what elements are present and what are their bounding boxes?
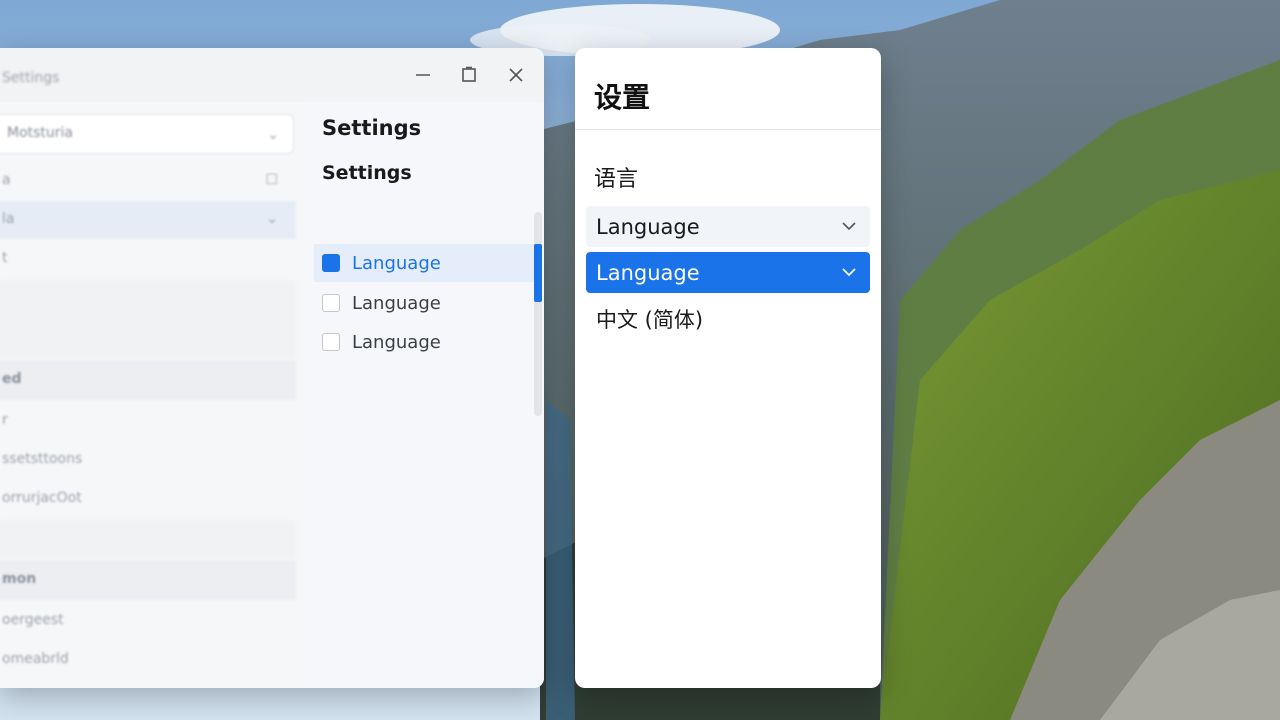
- language-option-1[interactable]: Language: [314, 244, 536, 282]
- checkbox-icon: [322, 333, 340, 351]
- language-select-highlighted[interactable]: Language: [586, 252, 870, 293]
- section-title: Settings: [322, 162, 412, 184]
- page-title: Settings: [322, 116, 422, 140]
- language-settings-panel: 设置 语言 Language Language 中文 (简体): [575, 48, 881, 688]
- sidebar-item-label: orrurjacOot: [2, 490, 82, 506]
- language-option-3[interactable]: Language: [314, 323, 536, 361]
- sidebar-item[interactable]: ssetsttoons: [0, 441, 296, 479]
- language-option-label: Language: [352, 331, 441, 353]
- sidebar-item-label: oergeest: [2, 612, 64, 628]
- minimize-icon: [416, 74, 430, 76]
- sidebar-item-label: r: [2, 412, 8, 428]
- settings-main: Settings Settings Language Language Lang…: [306, 102, 544, 688]
- panel-title: 设置: [594, 81, 651, 114]
- language-option-label: Language: [352, 252, 441, 274]
- language-option-chinese[interactable]: 中文 (简体): [596, 304, 703, 334]
- sidebar-item[interactable]: olao: [0, 680, 296, 688]
- sidebar-item[interactable]: a ☐: [0, 162, 296, 200]
- window-titlebar[interactable]: Settings: [0, 48, 544, 102]
- checkbox-icon: [322, 294, 340, 312]
- close-icon: [509, 68, 523, 82]
- maximize-button[interactable]: [456, 62, 482, 88]
- language-select-value: Language: [596, 260, 700, 285]
- language-option-label: Language: [352, 292, 441, 314]
- sidebar-item-selected[interactable]: la ⌄: [0, 201, 296, 239]
- scrollbar-thumb[interactable]: [534, 244, 542, 302]
- sidebar-item[interactable]: r: [0, 402, 296, 440]
- chevron-down-icon: ⌄: [266, 211, 278, 227]
- close-button[interactable]: [503, 62, 529, 88]
- language-section-label: 语言: [594, 167, 639, 192]
- sidebar-item-label: a: [2, 172, 11, 188]
- sidebar-panel: [0, 520, 296, 558]
- sidebar-section-label: mon: [2, 571, 37, 587]
- sidebar-item-label: la: [2, 211, 15, 227]
- minimize-button[interactable]: [410, 62, 436, 88]
- chevron-down-icon: [842, 222, 856, 231]
- language-select-value: Language: [596, 214, 700, 239]
- divider: [575, 129, 881, 130]
- sidebar-section-header: mon: [0, 560, 296, 600]
- scrollbar-track[interactable]: [534, 212, 542, 416]
- checkbox-checked-icon: [322, 254, 340, 272]
- app-window: Settings Motsturia ⌄ a ☐ la ⌄ t ed r sse…: [0, 48, 544, 688]
- sidebar-panel: [0, 280, 296, 358]
- sidebar-section-header: ed: [0, 360, 296, 400]
- sidebar-item[interactable]: orrurjacOot: [0, 480, 296, 518]
- chevron-down-icon: [842, 268, 856, 277]
- language-option-2[interactable]: Language: [314, 284, 536, 322]
- settings-sidebar: Motsturia ⌄ a ☐ la ⌄ t ed r ssetsttoons …: [0, 102, 306, 688]
- sidebar-item-label: t: [2, 250, 8, 266]
- sidebar-item-label: ssetsttoons: [2, 451, 83, 467]
- sidebar-section-label: ed: [2, 371, 22, 387]
- sidebar-item[interactable]: omeabrld: [0, 641, 296, 679]
- language-select[interactable]: Language: [586, 206, 870, 247]
- maximize-icon: [462, 66, 476, 82]
- checkbox-icon: ☐: [265, 172, 278, 188]
- window-title: Settings: [2, 70, 60, 86]
- sidebar-item[interactable]: t: [0, 240, 296, 278]
- sidebar-item-label: omeabrld: [2, 651, 69, 667]
- category-dropdown-label: Motsturia: [7, 125, 74, 141]
- sidebar-item[interactable]: oergeest: [0, 602, 296, 640]
- category-dropdown[interactable]: Motsturia ⌄: [0, 114, 294, 154]
- chevron-down-icon: ⌄: [267, 127, 279, 143]
